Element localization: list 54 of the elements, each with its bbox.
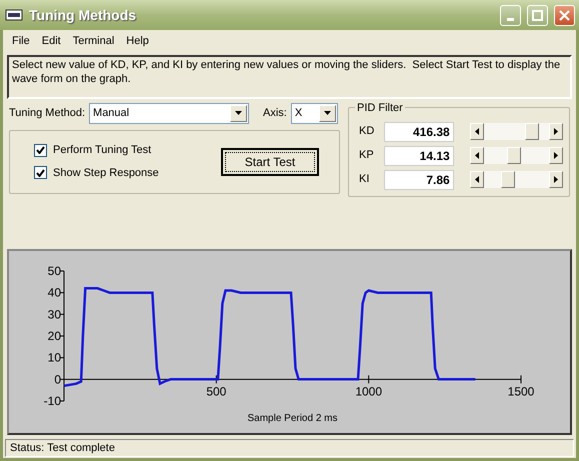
dropdown-arrow-icon: [324, 111, 331, 115]
start-test-button[interactable]: Start Test: [221, 148, 319, 176]
tick-label: 500: [206, 384, 226, 398]
window-title: Tuning Methods: [29, 6, 138, 25]
tick-label: 30: [48, 306, 61, 321]
tick-label: 40: [48, 285, 61, 300]
tick-label: 10: [48, 350, 61, 364]
field-label: Axis:: [263, 106, 287, 121]
minimize-button[interactable]: [500, 4, 521, 26]
parameter-label: KI: [359, 172, 370, 188]
axis-dropdown[interactable]: X: [290, 102, 338, 124]
left-arrow-icon: [474, 152, 479, 159]
status-bar: Status: Test complete: [5, 438, 574, 456]
menu-item[interactable]: File: [7, 32, 35, 50]
x-axis-label: Sample Period 2 ms: [247, 412, 338, 424]
maximize-icon: [532, 10, 543, 20]
menu-item[interactable]: Terminal: [68, 32, 120, 50]
tick-label: -10: [44, 394, 61, 408]
right-arrow-icon: [554, 128, 558, 135]
menu-item[interactable]: Help: [121, 32, 154, 50]
parameter-label: KD: [359, 124, 376, 140]
slider-thumb[interactable]: [524, 123, 539, 140]
checkbox[interactable]: [34, 166, 47, 180]
tick-label: 0: [54, 372, 61, 386]
slider-thumb[interactable]: [501, 171, 516, 188]
close-icon: [559, 10, 570, 20]
field-label: Tuning Method:: [9, 106, 86, 121]
tick-label: 1500: [508, 384, 534, 398]
checkbox-label: Show Step Response: [53, 166, 159, 180]
right-arrow-icon: [554, 176, 558, 183]
slider[interactable]: [470, 171, 563, 188]
slider[interactable]: [470, 123, 563, 140]
maximize-button[interactable]: [527, 4, 548, 26]
tick-label: 1000: [355, 384, 382, 398]
checkbox[interactable]: [34, 144, 47, 157]
parameter-label: KP: [359, 148, 375, 164]
left-arrow-icon: [474, 176, 479, 183]
instructions-text: Select new value of KD, KP, and KI by entering new values or moving the sliders. Select Start Test to display the wave form on the graph.: [7, 54, 572, 98]
left-arrow-icon: [474, 128, 479, 135]
value-field[interactable]: 14.13: [384, 146, 454, 166]
menu-item[interactable]: Edit: [36, 32, 66, 50]
checkbox-label: Perform Tuning Test: [53, 143, 152, 158]
tuning-method-dropdown[interactable]: Manual: [89, 102, 250, 124]
tick-label: 20: [48, 328, 61, 342]
app-icon: [5, 7, 23, 23]
tick-label: 50: [48, 264, 61, 278]
slider[interactable]: [470, 147, 563, 164]
value-field[interactable]: 416.38: [384, 122, 454, 142]
minimize-icon: [507, 18, 514, 20]
right-arrow-icon: [554, 152, 558, 159]
dropdown-arrow-icon: [235, 111, 242, 115]
slider-thumb[interactable]: [506, 147, 521, 164]
close-button[interactable]: [554, 4, 575, 26]
value-field[interactable]: 7.86: [384, 170, 454, 190]
